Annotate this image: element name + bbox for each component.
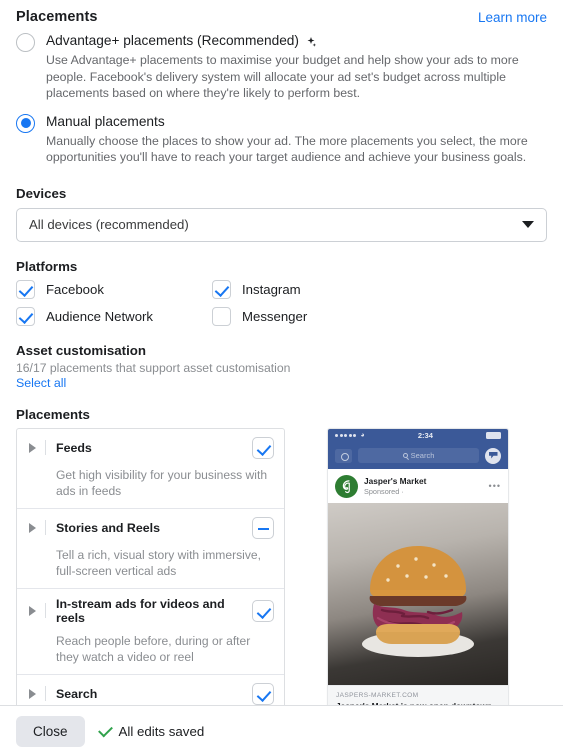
ad-link-block[interactable]: JASPERS-MARKET.COM Jasper's Market is no… [328, 684, 508, 705]
select-all-link[interactable]: Select all [0, 375, 82, 390]
divider [45, 520, 46, 535]
checkbox-audience-network[interactable] [16, 306, 35, 326]
option-advantage-plus-label: Advantage+ placements (Recommended) [46, 33, 299, 48]
platform-facebook[interactable]: Facebook [16, 279, 212, 299]
expand-triangle-icon[interactable] [29, 522, 36, 533]
avatar [335, 474, 358, 498]
platform-audience-network[interactable]: Audience Network [16, 306, 212, 326]
close-button[interactable]: Close [16, 715, 85, 747]
placements-dialog: Placements Learn more Advantage+ placeme… [0, 0, 563, 756]
checkbox-stories-and-reels[interactable] [252, 516, 274, 539]
placement-desc: Get high visibility for your business wi… [56, 467, 268, 498]
signal-icon: ◕ [335, 432, 365, 439]
placement-desc: Tell a rich, visual story with immersive… [56, 547, 261, 578]
placement-row-stories-and-reels[interactable]: Stories and Reels Tell a rich, visual st… [17, 509, 284, 589]
placement-name: Stories and Reels [56, 520, 160, 535]
check-icon [97, 722, 113, 737]
search-placeholder: Search [410, 451, 435, 460]
burger-illustration [362, 546, 474, 658]
expand-triangle-icon[interactable] [29, 605, 36, 616]
status-badge: All edits saved [97, 722, 205, 739]
placement-name: Feeds [56, 440, 92, 455]
search-bar[interactable]: Search [358, 448, 479, 463]
radio-advantage-plus[interactable] [16, 33, 35, 52]
placement-row-search[interactable]: Search Get visibility for your business … [17, 675, 284, 706]
sparkle-icon [304, 35, 317, 47]
platform-messenger[interactable]: Messenger [212, 306, 547, 326]
option-manual-desc: Manually choose the places to show your … [46, 133, 528, 165]
option-manual-title: Manual placements [46, 112, 547, 132]
wifi-icon: ◕ [360, 432, 365, 439]
dialog-footer: Close All edits saved [0, 706, 563, 756]
chevron-down-icon [522, 221, 534, 228]
placements-label: Placements [16, 406, 90, 422]
checkbox-instagram[interactable] [212, 279, 231, 299]
expand-triangle-icon[interactable] [29, 688, 36, 699]
checkbox-messenger[interactable] [212, 306, 231, 326]
placement-row-feeds[interactable]: Feeds Get high visibility for your busin… [17, 429, 284, 509]
phone-mockup: ◕ 2:34 Search Jasper's Market Sponsored … [327, 427, 509, 705]
expand-triangle-icon[interactable] [29, 442, 36, 453]
divider [45, 440, 46, 455]
option-advantage-plus-desc: Use Advantage+ placements to maximise yo… [46, 53, 519, 100]
ad-sponsored-label: Sponsored · [364, 486, 404, 496]
more-options-icon[interactable]: ••• [489, 481, 501, 491]
ad-preview-panel: ◕ 2:34 Search Jasper's Market Sponsored … [318, 427, 518, 705]
placements-list: Feeds Get high visibility for your busin… [16, 427, 285, 706]
ad-profile-row: Jasper's Market Sponsored · ••• [328, 468, 508, 503]
phone-status-bar: ◕ 2:34 [328, 428, 508, 443]
placement-desc: Reach people before, during or after the… [56, 633, 251, 664]
messenger-icon[interactable] [485, 447, 501, 464]
jaspers-market-logo-icon [342, 479, 350, 493]
status-time: 2:34 [417, 431, 433, 440]
placements-area: Feeds Get high visibility for your busin… [0, 422, 563, 706]
platform-messenger-label: Messenger [242, 308, 308, 324]
placement-row-in-stream-ads[interactable]: In-stream ads for videos and reels Reach… [17, 589, 284, 675]
platforms-grid: Facebook Instagram Audience Network Mess… [0, 274, 563, 326]
page-title: Placements [16, 9, 98, 25]
asset-customisation-note: 16/17 placements that support asset cust… [16, 360, 291, 375]
scroll-body[interactable]: Placements Learn more Advantage+ placeme… [0, 0, 563, 706]
dialog-header: Placements Learn more [0, 0, 563, 25]
learn-more-link[interactable]: Learn more [478, 10, 547, 25]
checkbox-in-stream-ads[interactable] [252, 599, 274, 622]
saved-status-label: All edits saved [118, 723, 205, 739]
devices-selected-value: All devices (recommended) [29, 217, 189, 232]
platform-instagram-label: Instagram [242, 281, 301, 297]
devices-select[interactable]: All devices (recommended) [16, 207, 547, 242]
option-advantage-plus[interactable]: Advantage+ placements (Recommended) Use … [0, 25, 563, 102]
ad-page-name: Jasper's Market [364, 475, 427, 486]
asset-customisation-label: Asset customisation [16, 342, 147, 358]
checkbox-feeds[interactable] [252, 436, 274, 459]
battery-icon [486, 432, 501, 439]
radio-manual-placements[interactable] [16, 113, 35, 133]
camera-icon[interactable] [335, 448, 352, 463]
option-manual-label: Manual placements [46, 113, 165, 129]
search-icon [402, 453, 408, 458]
platform-audience-network-label: Audience Network [46, 308, 154, 324]
platforms-label: Platforms [16, 258, 78, 274]
placement-name: Search [56, 686, 98, 701]
platform-instagram[interactable]: Instagram [212, 279, 547, 299]
option-advantage-plus-title: Advantage+ placements (Recommended) [46, 31, 547, 51]
checkbox-search[interactable] [252, 682, 274, 705]
ad-link-url: JASPERS-MARKET.COM [336, 691, 419, 699]
devices-label: Devices [16, 185, 67, 201]
option-manual[interactable]: Manual placements Manually choose the pl… [0, 102, 563, 166]
ad-creative-image [328, 502, 508, 685]
divider [45, 686, 46, 701]
phone-nav-bar: Search [328, 442, 508, 469]
divider [45, 603, 46, 618]
platform-facebook-label: Facebook [46, 281, 104, 297]
checkbox-facebook[interactable] [16, 279, 35, 299]
placement-name: In-stream ads for videos and reels [56, 596, 225, 625]
